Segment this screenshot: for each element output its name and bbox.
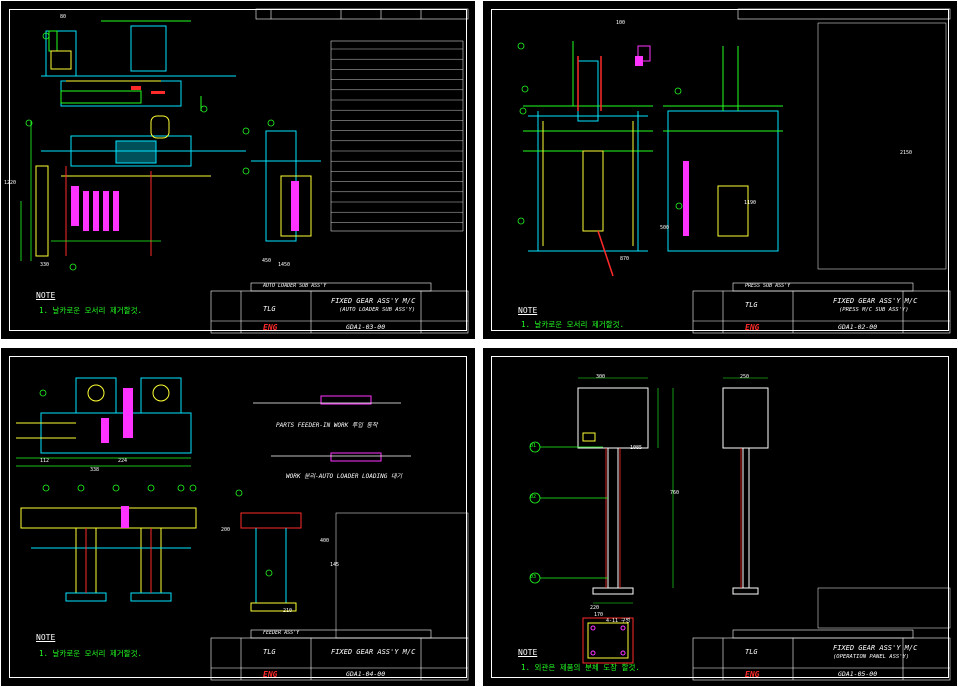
drawing-number: GDA1-03-00 bbox=[346, 323, 386, 331]
drawing-sheet-press[interactable]: PRESS SUB ASS'Y NOTE 1. 날카로운 모서리 제거할것. T… bbox=[482, 0, 958, 340]
dimension-label: 330 bbox=[40, 262, 50, 268]
drawing-sheet-auto-loader[interactable]: AUTO LOADER SUB ASS'Y NOTE 1. 날카로운 모서리 제… bbox=[0, 0, 476, 340]
company-logo: TLG bbox=[263, 648, 276, 656]
dimension-label: 80 bbox=[60, 14, 67, 20]
dimension-label: 500 bbox=[660, 225, 670, 231]
dimension-label: 760 bbox=[670, 490, 680, 496]
loader-caption: WORK 분리-AUTO LOADER LOADING 대기 bbox=[286, 473, 403, 480]
drawing-sheet-operation-panel[interactable]: 01 02 03 NOTE 1. 외관은 제품의 분체 도장 할것. TLG F… bbox=[482, 347, 958, 687]
dimension-label: 400 bbox=[320, 538, 330, 544]
brand-name: ENG bbox=[745, 670, 760, 679]
note-title: NOTE bbox=[36, 291, 56, 300]
dimension-label: 300 bbox=[596, 374, 606, 380]
drawing-title: FIXED GEAR ASS'Y M/C bbox=[331, 297, 416, 305]
dimension-label: 250 bbox=[740, 374, 750, 380]
note-text: 1. 날카로운 모서리 제거할것. bbox=[39, 649, 142, 658]
drawing-number: GDA1-05-00 bbox=[838, 670, 878, 678]
note-text: 1. 날카로운 모서리 제거할것. bbox=[39, 306, 142, 315]
assembly-label: FEEDER ASS'Y bbox=[263, 630, 300, 636]
dimension-label: 210 bbox=[283, 608, 293, 614]
title-block bbox=[692, 282, 951, 334]
title-block bbox=[692, 629, 951, 681]
drawing-subtitle: (OPERATION PANEL ASS'Y) bbox=[833, 654, 910, 660]
drawing-canvas bbox=[529, 377, 951, 681]
drawing-canvas bbox=[20, 8, 469, 334]
parts-list-table bbox=[817, 22, 947, 270]
company-logo: TLG bbox=[745, 301, 758, 309]
brand-name: ENG bbox=[263, 323, 278, 332]
note-title: NOTE bbox=[36, 633, 56, 642]
dimension-label: 450 bbox=[262, 258, 272, 264]
drawing-title: FIXED GEAR ASS'Y M/C bbox=[833, 644, 918, 652]
dimension-label: 224 bbox=[118, 458, 128, 464]
drawing-number: GDA1-02-00 bbox=[838, 323, 878, 331]
dimension-label: 1085 bbox=[630, 445, 643, 451]
dimension-label: 4-11 구멍 bbox=[606, 618, 631, 624]
drawing-subtitle: (PRESS M/C SUB ASS'Y) bbox=[839, 307, 909, 313]
note-text: 1. 외관은 제품의 분체 도장 할것. bbox=[521, 663, 640, 672]
drawing-subtitle: (AUTO LOADER SUB ASS'Y) bbox=[339, 307, 416, 313]
dimension-label: 200 bbox=[221, 527, 231, 533]
note-text: 1. 날카로운 모서리 제거할것. bbox=[521, 320, 624, 329]
balloon-02: 02 bbox=[530, 494, 537, 500]
parts-list-table bbox=[817, 587, 951, 629]
balloon-03: 03 bbox=[530, 574, 537, 580]
drawing-title: FIXED GEAR ASS'Y M/C bbox=[833, 297, 918, 305]
company-logo: TLG bbox=[263, 305, 276, 313]
dimension-label: 2150 bbox=[900, 150, 913, 156]
note-title: NOTE bbox=[518, 648, 538, 657]
assembly-label: PRESS SUB ASS'Y bbox=[745, 283, 791, 289]
balloon-01: 01 bbox=[530, 443, 537, 449]
dimension-label: 1190 bbox=[744, 200, 757, 206]
dimension-label: 1220 bbox=[4, 180, 17, 186]
company-logo: TLG bbox=[745, 648, 758, 656]
dimension-label: 870 bbox=[620, 256, 630, 262]
dimension-label: 100 bbox=[616, 20, 626, 26]
assembly-label: AUTO LOADER SUB ASS'Y bbox=[263, 283, 327, 289]
drawing-sheet-feeder[interactable]: PARTS FEEDER-IN WORK 투입 동작 WORK 분리-AUTO … bbox=[0, 347, 476, 687]
note-title: NOTE bbox=[518, 306, 538, 315]
dimension-label: 145 bbox=[330, 562, 340, 568]
drawing-canvas bbox=[16, 377, 469, 681]
drawing-canvas bbox=[517, 8, 951, 334]
brand-name: ENG bbox=[263, 670, 278, 679]
dimension-label: 338 bbox=[90, 467, 100, 473]
brand-name: ENG bbox=[745, 323, 760, 332]
dimension-label: 170 bbox=[594, 612, 604, 618]
feeder-caption: PARTS FEEDER-IN WORK 투입 동작 bbox=[276, 422, 378, 429]
drawing-number: GDA1-04-00 bbox=[346, 670, 386, 678]
dimension-label: 112 bbox=[40, 458, 50, 464]
parts-list-table bbox=[335, 512, 469, 639]
dimension-label: 220 bbox=[590, 605, 600, 611]
drawing-title: FIXED GEAR ASS'Y M/C bbox=[331, 648, 416, 656]
dimension-label: 1450 bbox=[278, 262, 291, 268]
